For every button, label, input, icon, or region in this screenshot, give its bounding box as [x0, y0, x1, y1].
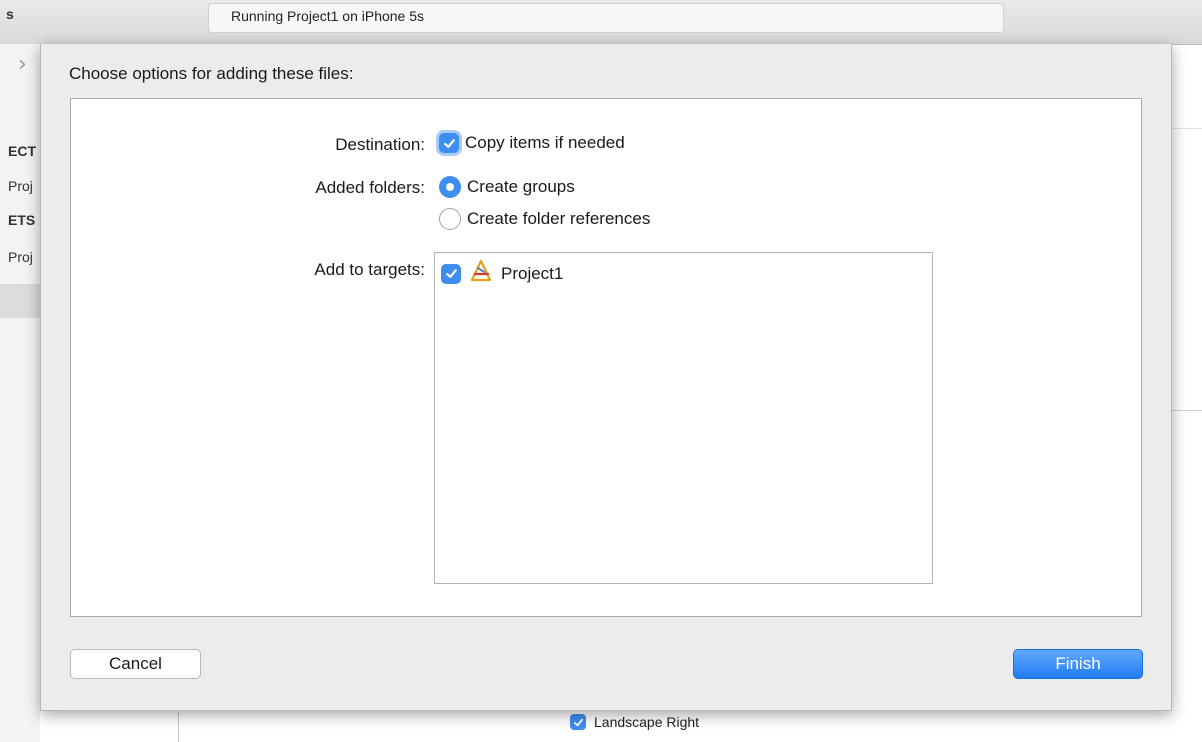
activity-view: Running Project1 on iPhone 5s: [208, 3, 1004, 33]
landscape-right-label: Landscape Right: [594, 714, 700, 730]
create-groups-label: Create groups: [467, 177, 575, 196]
copy-items-label: Copy items if needed: [465, 133, 625, 152]
copy-items-checkbox[interactable]: [439, 133, 459, 153]
target-project1-checkbox[interactable]: [441, 263, 461, 284]
create-folder-references-radio[interactable]: [439, 208, 461, 230]
checkbox-checked-icon[interactable]: [570, 714, 586, 730]
background-divider: [178, 712, 179, 742]
destination-label: Destination:: [335, 135, 425, 154]
radio-dot-icon: [446, 183, 454, 191]
target-item-project1[interactable]: Project1: [441, 259, 563, 288]
xcode-app-icon: [469, 259, 493, 288]
options-panel: Destination: Copy items if needed Added …: [70, 98, 1142, 617]
targets-list[interactable]: Project1: [434, 252, 933, 584]
navigator-item-target[interactable]: Proj: [8, 249, 33, 265]
navigator-section-project: ECT: [8, 143, 36, 159]
navigator-selection-highlight: [0, 284, 40, 318]
cancel-button[interactable]: Cancel: [70, 649, 201, 679]
create-folder-references-option[interactable]: Create folder references: [439, 208, 650, 230]
sheet-title: Choose options for adding these files:: [69, 64, 354, 83]
create-groups-option[interactable]: Create groups: [439, 176, 575, 198]
toolbar-left-fragment: s: [6, 6, 14, 22]
added-folders-label: Added folders:: [315, 178, 425, 197]
navigator-item-project[interactable]: Proj: [8, 178, 33, 194]
activity-status-text: Running Project1 on iPhone 5s: [231, 8, 425, 24]
target-project1-label: Project1: [501, 263, 564, 283]
finish-button[interactable]: Finish: [1013, 649, 1143, 679]
background-divider: [1172, 128, 1202, 129]
add-files-options-sheet: Choose options for adding these files: D…: [40, 44, 1172, 711]
copy-items-option[interactable]: Copy items if needed: [439, 133, 625, 153]
create-groups-radio[interactable]: [439, 176, 461, 198]
background-divider: [1172, 410, 1202, 411]
chevron-right-icon[interactable]: ›: [18, 52, 27, 77]
navigator-section-targets: ETS: [8, 212, 36, 228]
create-folder-references-label: Create folder references: [467, 209, 651, 228]
add-to-targets-label: Add to targets:: [314, 260, 425, 279]
window-toolbar: s Running Project1 on iPhone 5s: [0, 0, 1202, 45]
landscape-right-option[interactable]: Landscape Right: [570, 714, 699, 730]
